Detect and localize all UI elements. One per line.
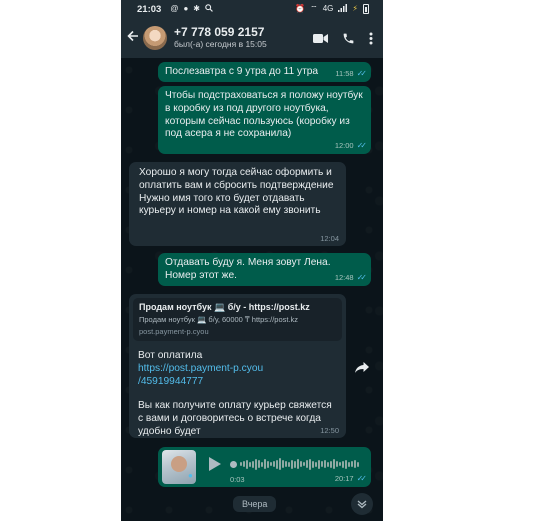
waveform-bar [246, 459, 248, 469]
waveform-bar [339, 462, 341, 466]
waveform-bar [294, 460, 296, 468]
message-incoming-with-link[interactable]: Продам ноутбук 💻 б/у - https://post.kz П… [129, 294, 346, 438]
waveform-bar [315, 461, 317, 467]
message-text: Послезавтра с 9 утра до 11 утра [165, 66, 319, 77]
read-receipt-icon: ✓✓ [356, 69, 368, 78]
voice-duration: 0:03 [230, 474, 245, 484]
message-text: Отдавать буду я. Меня зовут Лена. Номер … [165, 257, 331, 281]
waveform-bar [273, 461, 275, 467]
message-time: 11:58 [335, 69, 354, 79]
read-receipt-icon: ✓✓ [356, 474, 368, 483]
wifi-hotspot-icon: ⌔ [310, 4, 318, 13]
waveform-bar [327, 461, 329, 467]
voice-call-icon[interactable] [342, 32, 355, 45]
contact-name: +7 778 059 2157 [174, 25, 265, 40]
contact-last-seen: был(-а) сегодня в 15:05 [174, 39, 267, 50]
waveform-bar [252, 460, 254, 468]
battery-saver-icon: ⚡ [352, 4, 358, 13]
message-outgoing[interactable]: Чтобы подстраховаться я положу ноутбук в… [158, 86, 371, 154]
waveform-bar [264, 459, 266, 469]
contact-info[interactable]: +7 778 059 2157 был(-а) сегодня в 15:05 [174, 25, 313, 50]
message-text: Вот оплатила [138, 350, 203, 361]
waveform-bar [330, 460, 332, 468]
link-preview-description: Продам ноутбук 💻 б/у, 60000 ₸ https://po… [139, 315, 299, 325]
waveform-bar [318, 459, 320, 469]
waveform-bar [336, 461, 338, 467]
waveform-bar [255, 458, 257, 470]
waveform-bar [288, 461, 290, 467]
message-time: 12:04 [320, 233, 339, 243]
avatar[interactable] [143, 26, 167, 50]
waveform-bar [303, 462, 305, 466]
message-time: 12:00 [334, 141, 354, 151]
message-time: 12:50 [320, 425, 339, 435]
voice-waveform[interactable] [240, 456, 362, 472]
waveform-bar [285, 461, 287, 467]
microphone-icon: ● [188, 471, 193, 480]
github-icon: ● [183, 4, 189, 13]
waveform-bar [240, 462, 242, 466]
waveform-bar [261, 461, 263, 467]
waveform-bar [243, 461, 245, 467]
status-time: 21:03 [137, 3, 162, 15]
waveform-bar [297, 459, 299, 469]
waveform-bar [270, 462, 272, 466]
waveform-bar [354, 460, 356, 468]
waveform-bar [267, 460, 269, 468]
waveform-bar [306, 460, 308, 468]
waveform-bar [342, 460, 344, 468]
message-outgoing[interactable]: Послезавтра с 9 утра до 11 утра 11:58 ✓✓ [158, 62, 371, 82]
scroll-down-button[interactable] [351, 493, 373, 515]
waveform-bar [333, 459, 335, 469]
waveform-bar [345, 459, 347, 469]
chat-area[interactable]: Послезавтра с 9 утра до 11 утра 11:58 ✓✓ … [121, 58, 383, 521]
read-receipt-icon: ✓✓ [356, 141, 368, 150]
date-separator: Вчера [233, 496, 277, 512]
message-time: 12:48 [334, 273, 354, 283]
waveform-bar [351, 461, 353, 467]
waveform-bar [249, 461, 251, 467]
waveform-bar [309, 458, 311, 470]
more-options-icon[interactable] [369, 32, 373, 45]
status-bar: 21:03 @ ● ✱ ⏰ ⌔ 4G ⚡ [121, 0, 383, 18]
chat-header: +7 778 059 2157 был(-а) сегодня в 15:05 [121, 18, 383, 58]
read-receipt-icon: ✓✓ [356, 273, 368, 282]
link-preview[interactable]: Продам ноутбук 💻 б/у - https://post.kz П… [133, 298, 342, 341]
link-preview-domain: post.payment-p.cyou [139, 326, 209, 336]
network-type: 4G [322, 4, 334, 13]
waveform-bar [300, 461, 302, 467]
signal-icon [338, 4, 348, 14]
waveform-bar [348, 461, 350, 467]
message-link[interactable]: https://post.payment-p.cyou /45919944777 [138, 363, 337, 389]
at-icon: @ [170, 4, 179, 13]
waveform-bar [312, 460, 314, 468]
alarm-icon: ⏰ [295, 4, 306, 13]
message-outgoing[interactable]: Отдавать буду я. Меня зовут Лена. Номер … [158, 253, 371, 286]
waveform-bar [321, 461, 323, 467]
message-time: 20:17 [334, 474, 354, 484]
waveform-bar [276, 459, 278, 469]
message-incoming[interactable]: Хорошо я могу тогда сейчас оформить и оп… [129, 162, 346, 246]
waveform-bar [357, 461, 359, 467]
waveform-bar [291, 459, 293, 469]
voice-message[interactable]: ● 0:03 20:17 ✓✓ [158, 447, 371, 487]
message-text: Вы как получите оплату курьер свяжется с… [138, 400, 332, 437]
playback-scrubber[interactable] [230, 461, 237, 468]
search-icon [205, 4, 213, 14]
forward-icon[interactable] [351, 356, 373, 378]
message-text: Хорошо я могу тогда сейчас оформить и оп… [139, 167, 334, 217]
play-icon[interactable] [206, 455, 224, 473]
battery-icon [363, 4, 369, 14]
waveform-bar [279, 458, 281, 470]
waveform-bar [324, 460, 326, 468]
waveform-bar [282, 460, 284, 468]
back-arrow-icon[interactable] [125, 29, 141, 47]
sparkle-icon: ✱ [193, 4, 200, 13]
message-text: Чтобы подстраховаться я положу ноутбук в… [165, 90, 363, 140]
waveform-bar [258, 460, 260, 468]
phone-screen: 21:03 @ ● ✱ ⏰ ⌔ 4G ⚡ +7 778 059 2157 был… [121, 0, 383, 521]
video-call-icon[interactable] [313, 33, 328, 44]
link-preview-title: Продам ноутбук 💻 б/у - https://post.kz [139, 302, 310, 312]
